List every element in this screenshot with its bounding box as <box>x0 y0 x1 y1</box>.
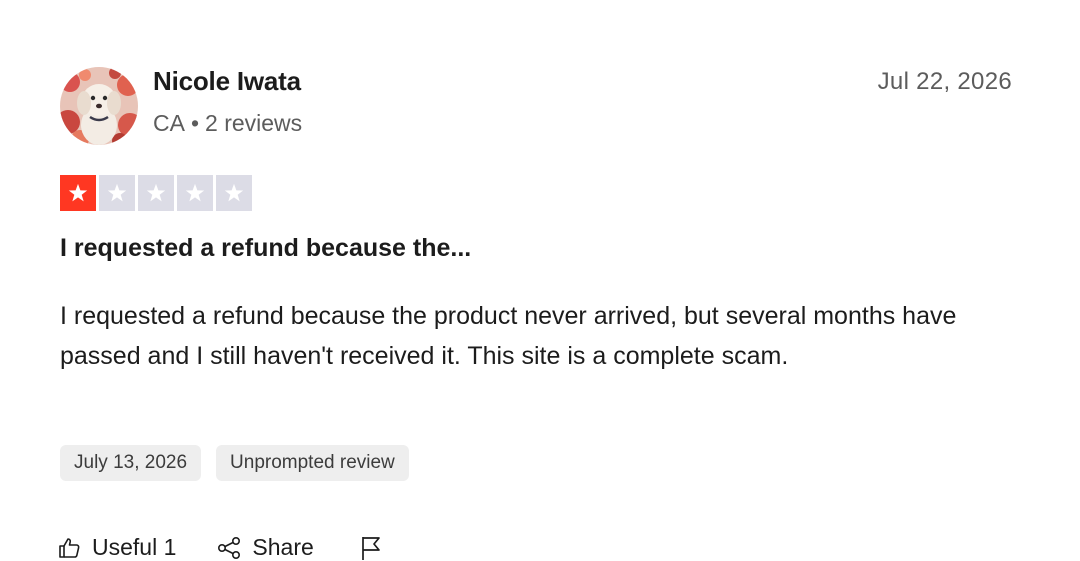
avatar-dog-image <box>60 67 138 145</box>
report-button[interactable] <box>359 535 393 561</box>
star-rating <box>60 175 252 211</box>
star-empty-icon <box>138 175 174 211</box>
reviewer-meta: CA • 2 reviews <box>153 110 302 137</box>
share-label: Share <box>252 534 314 560</box>
thumbs-up-icon <box>59 537 80 558</box>
review-date: Jul 22, 2026 <box>877 68 1012 95</box>
reviewer-reviews-count: 2 reviews <box>205 110 303 136</box>
review-body: I requested a refund because the product… <box>60 302 957 370</box>
share-button[interactable]: Share <box>216 534 314 561</box>
avatar[interactable] <box>60 67 138 145</box>
review-title[interactable]: I requested a refund because the... <box>60 234 471 263</box>
star-empty-icon <box>99 175 135 211</box>
reviewer-country: CA <box>153 110 185 136</box>
flag-icon <box>361 536 380 560</box>
meta-separator: • <box>190 110 200 136</box>
review-tags: July 13, 2026 Unprompted review <box>60 445 409 481</box>
star-filled-icon <box>60 175 96 211</box>
review-card: Nicole Iwata CA • 2 reviews Jul 22, 2026 I… <box>0 0 1080 560</box>
useful-label: Useful <box>92 534 158 560</box>
useful-button[interactable]: Useful 1 <box>58 534 176 561</box>
star-empty-icon <box>177 175 213 211</box>
share-icon <box>218 536 241 559</box>
experience-date-tag: July 13, 2026 <box>60 445 202 481</box>
review-actions: Useful 1 Share <box>58 534 393 561</box>
review-type-tag[interactable]: Unprompted review <box>216 445 409 481</box>
star-empty-icon <box>216 175 252 211</box>
useful-count: 1 <box>163 534 177 560</box>
reviewer-name[interactable]: Nicole Iwata <box>153 66 301 97</box>
